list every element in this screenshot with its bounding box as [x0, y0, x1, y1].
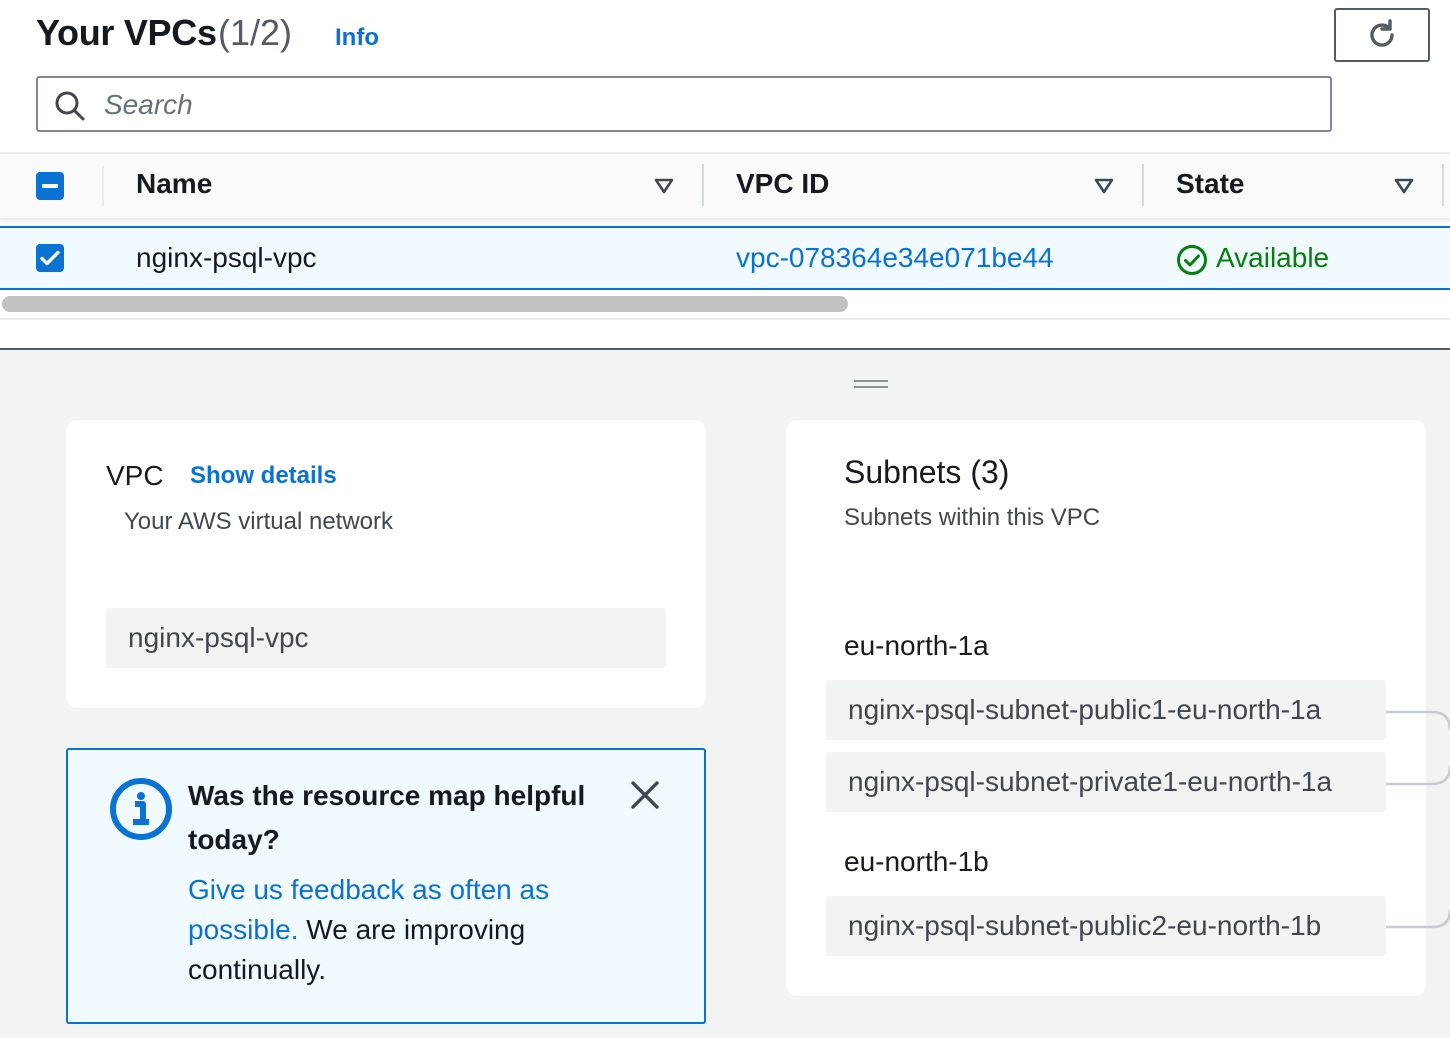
feedback-alert: Was the resource map helpful today? Give… [66, 748, 706, 1024]
checkmark-icon [40, 250, 60, 266]
table-header: Name VPC ID State [0, 152, 1450, 220]
sort-icon[interactable] [1393, 176, 1415, 196]
availability-zone-label: eu-north-1a [844, 630, 989, 661]
horizontal-scrollbar[interactable] [0, 292, 1450, 320]
subnet-node-label: nginx-psql-subnet-public2-eu-north-1b [848, 910, 1322, 941]
subnets-resource-card: Subnets (3) Subnets within this VPC eu-n… [786, 420, 1426, 996]
row-checkbox[interactable] [36, 244, 64, 272]
subnets-card-title: Subnets (3) [844, 454, 1010, 490]
column-header-name[interactable]: Name [136, 168, 212, 200]
vpc-id-link[interactable]: vpc-078364e34e071be44 [736, 242, 1054, 274]
vpc-card-description: Your AWS virtual network [124, 508, 394, 535]
feedback-alert-body: Give us feedback as often as possible. W… [188, 870, 608, 990]
refresh-icon [1370, 19, 1394, 47]
refresh-button[interactable] [1334, 8, 1430, 62]
subnet-node[interactable]: nginx-psql-subnet-public2-eu-north-1b [826, 896, 1386, 956]
table-row[interactable]: nginx-psql-vpc vpc-078364e34e071be44 Ava… [0, 226, 1450, 290]
info-icon [110, 778, 172, 840]
subnet-connector-line [1386, 710, 1450, 786]
close-icon[interactable] [630, 780, 660, 810]
subnets-card-description: Subnets within this VPC [844, 504, 1101, 531]
split-panel-divider [0, 348, 1450, 350]
check-circle-icon [1177, 245, 1207, 275]
column-resizer[interactable] [1442, 164, 1444, 206]
subnet-node-label: nginx-psql-subnet-private1-eu-north-1a [848, 766, 1333, 797]
subnet-node-label: nginx-psql-subnet-public1-eu-north-1a [848, 694, 1322, 725]
select-all-checkbox[interactable] [36, 172, 64, 200]
vpc-resource-card: VPC Show details Your AWS virtual networ… [66, 420, 706, 708]
show-details-link[interactable]: Show details [190, 462, 337, 490]
sort-icon[interactable] [653, 176, 675, 196]
search-input[interactable] [102, 86, 1306, 124]
selection-count: (1/2) [218, 12, 293, 53]
search-box[interactable] [36, 76, 1332, 132]
sort-icon[interactable] [1093, 176, 1115, 196]
vpc-card-title: VPC [106, 460, 164, 491]
subnet-node[interactable]: nginx-psql-subnet-public1-eu-north-1a [826, 680, 1386, 740]
info-link[interactable]: Info [335, 24, 379, 52]
split-panel-drag-handle[interactable] [854, 378, 888, 390]
vpc-node-label: nginx-psql-vpc [128, 622, 309, 653]
vpc-list-panel: Your VPCs (1/2) Info Name VPC ID State [0, 0, 1450, 350]
vpc-name-cell: nginx-psql-vpc [136, 242, 317, 273]
scrollbar-thumb[interactable] [2, 296, 848, 312]
search-icon [55, 91, 85, 121]
vpc-node[interactable]: nginx-psql-vpc [106, 608, 666, 668]
column-header-state[interactable]: State [1176, 168, 1244, 200]
column-resizer[interactable] [1142, 164, 1144, 206]
page-title: Your VPCs [36, 12, 217, 53]
vpc-state-cell: Available [1216, 242, 1330, 273]
availability-zone-label: eu-north-1b [844, 846, 989, 877]
subnet-connector-line [1386, 909, 1450, 929]
subnet-node[interactable]: nginx-psql-subnet-private1-eu-north-1a [826, 752, 1386, 812]
column-header-vpc-id[interactable]: VPC ID [736, 168, 829, 200]
feedback-alert-title: Was the resource map helpful today? [188, 780, 586, 855]
column-resizer[interactable] [702, 164, 704, 206]
column-divider [102, 166, 104, 206]
